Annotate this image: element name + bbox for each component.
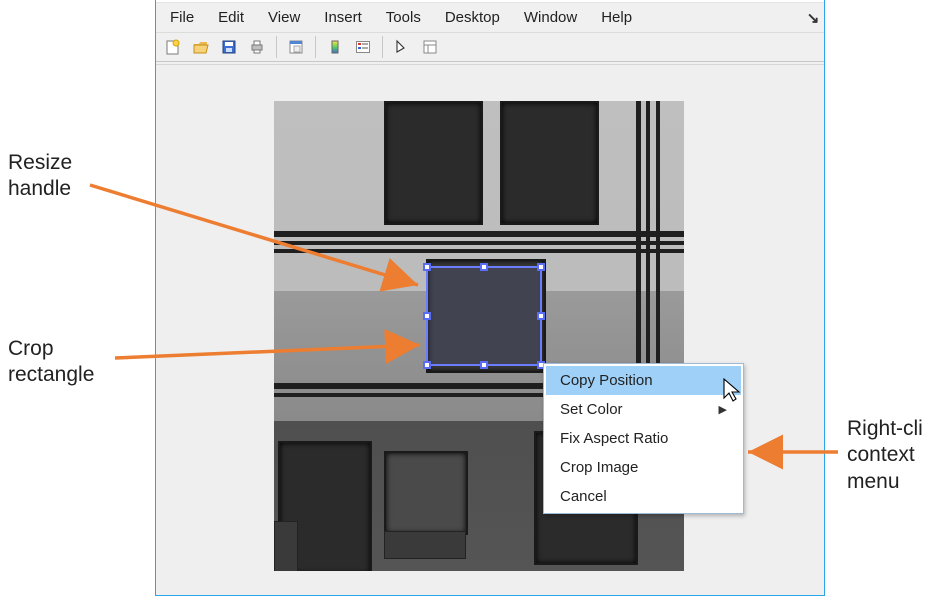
resize-handle-ne[interactable]: [537, 263, 545, 271]
annotation-right-click-menu: Right-cli context menu: [847, 416, 923, 495]
edit-plot-button[interactable]: [389, 34, 415, 60]
context-menu-item-label: Crop Image: [560, 459, 638, 476]
context-menu-item-label: Fix Aspect Ratio: [560, 430, 668, 447]
menu-tools[interactable]: Tools: [374, 5, 433, 30]
print-button[interactable]: [244, 34, 270, 60]
menu-edit[interactable]: Edit: [206, 5, 256, 30]
annotation-crop-rectangle: Crop rectangle: [8, 336, 94, 389]
menubar: File Edit View Insert Tools Desktop Wind…: [156, 2, 824, 32]
context-menu-cancel[interactable]: Cancel: [546, 482, 741, 511]
toolbar-separator: [315, 36, 316, 58]
insert-colorbar-button[interactable]: [322, 34, 348, 60]
figure-canvas[interactable]: [156, 64, 824, 595]
menu-desktop[interactable]: Desktop: [433, 5, 512, 30]
dock-controls-icon[interactable]: ↘: [804, 9, 822, 27]
menu-window[interactable]: Window: [512, 5, 589, 30]
maximize-button[interactable]: [725, 0, 771, 2]
resize-handle-e[interactable]: [537, 312, 545, 320]
resize-handle-sw[interactable]: [423, 361, 431, 369]
menu-file[interactable]: File: [158, 5, 206, 30]
save-button[interactable]: [216, 34, 242, 60]
resize-handle-nw[interactable]: [423, 263, 431, 271]
context-menu-copy-position[interactable]: Copy Position: [546, 366, 741, 395]
menu-insert[interactable]: Insert: [312, 5, 374, 30]
annotation-resize-handle: Resize handle: [8, 150, 72, 203]
close-button[interactable]: [771, 0, 817, 2]
open-property-inspector-button[interactable]: [417, 34, 443, 60]
insert-legend-button[interactable]: [350, 34, 376, 60]
print-preview-button[interactable]: [283, 34, 309, 60]
resize-handle-s[interactable]: [480, 361, 488, 369]
toolbar-separator: [276, 36, 277, 58]
minimize-button[interactable]: [679, 0, 725, 2]
menu-help[interactable]: Help: [589, 5, 644, 30]
context-menu-fix-aspect-ratio[interactable]: Fix Aspect Ratio: [546, 424, 741, 453]
submenu-arrow-icon: ▶: [719, 403, 727, 416]
toolbar: [156, 32, 824, 62]
context-menu-item-label: Set Color: [560, 401, 623, 418]
context-menu-set-color[interactable]: Set Color ▶: [546, 395, 741, 424]
context-menu: Copy Position Set Color ▶ Fix Aspect Rat…: [543, 363, 744, 514]
crop-rectangle[interactable]: [426, 266, 542, 366]
context-menu-item-label: Cancel: [560, 488, 607, 505]
menu-view[interactable]: View: [256, 5, 312, 30]
new-figure-button[interactable]: [160, 34, 186, 60]
open-button[interactable]: [188, 34, 214, 60]
resize-handle-n[interactable]: [480, 263, 488, 271]
context-menu-crop-image[interactable]: Crop Image: [546, 453, 741, 482]
toolbar-separator: [382, 36, 383, 58]
resize-handle-w[interactable]: [423, 312, 431, 320]
context-menu-item-label: Copy Position: [560, 372, 653, 389]
